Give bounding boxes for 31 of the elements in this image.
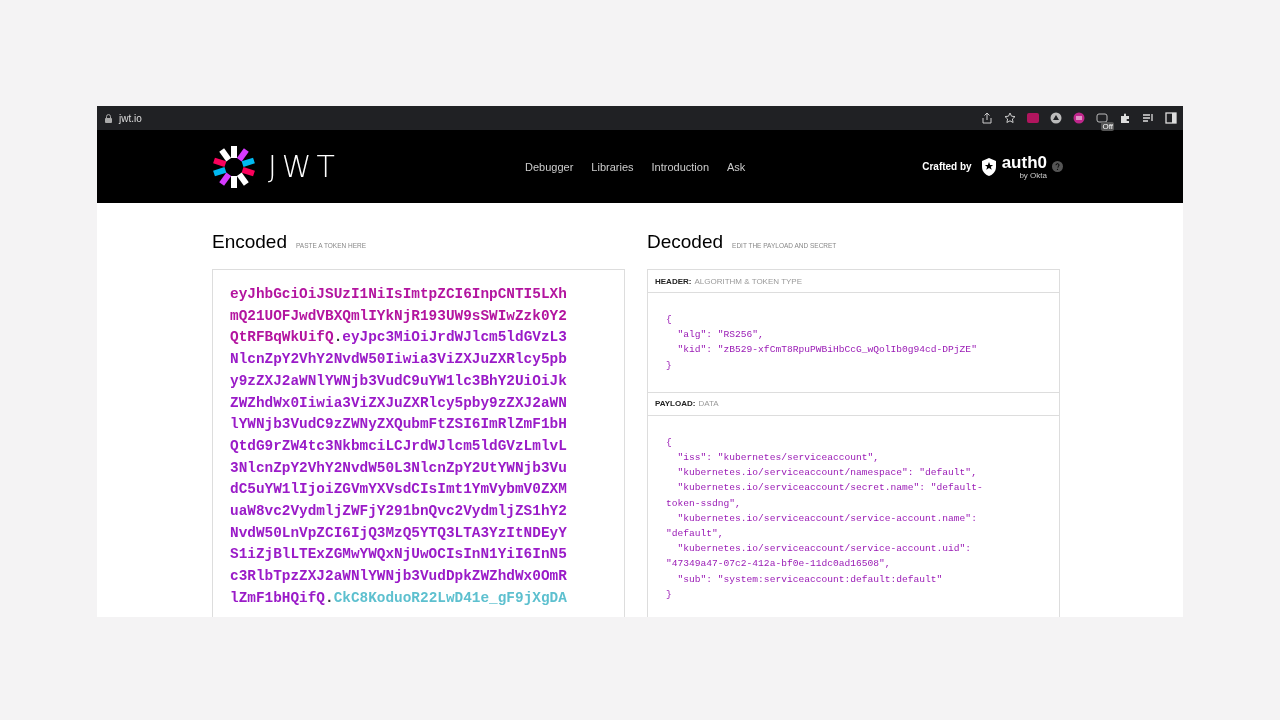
section-label: PAYLOAD: (655, 399, 696, 409)
brand-name[interactable]: auth0 (1001, 153, 1047, 171)
section-title: Decoded (647, 231, 724, 253)
extension-icon[interactable] (1073, 112, 1085, 124)
section-sublabel: ALGORITHM & TOKEN TYPE (694, 276, 803, 286)
off-badge: Off (1101, 122, 1114, 131)
extension-icon[interactable] (1050, 112, 1062, 124)
section-sublabel: DATA (698, 399, 719, 409)
token-input[interactable]: eyJhbGciOiJSUzI1NiIsImtpZCI6InpCNTI5LXh mQ21UOFJwdVBXQmlIYkNjR193UW9sSWIwZzk0Y2 QtRFBqWkUifQ.eyJpc3MiOiJrdWJlcm5ldGVzL3 NlcnZpY2VhY2NvdW50Iiwia3ViZXJuZXRlcy5pb y9zZXJ2aWNlYWNjb3VudC9uYW1lc3BhY2UiOiJk ZWZhdWx0Iiwia3ViZXJuZXRlcy5pby9zZXJ2aWN lYWNjb3VudC9zZWNyZXQubmFtZSI6ImRlZmF1bH QtdG9rZW4tc3NkbmciLCJrdWJlcm5ldGVzLmlvL 3NlcnZpY2VhY2NvdW50L3NlcnZpY2UtYWNjb3Vu dC5uYW1lIjoiZGVmYXVsdCIsImt1YmVybmV0ZXM uaW8vc2VydmljZWFjY291bnQvc2VydmljZS1hY2 NvdW50LnVpZCI6IjQ3MzQ5YTQ3LTA3YzItNDEyY S1iZjBlLTExZGMwYWQxNjUwOCIsInN1YiI6InN5 c3RlbTpzZXJ2aWNlYWNjb3VudDpkZWZhdWx0OmR lZmF1bHQifQ.CkC8KoduoR22LwD41e_gF9jXgDA (212, 269, 625, 617)
extension-icon[interactable] (1096, 113, 1108, 123)
crafted-by-text: Crafted by (922, 161, 972, 172)
playlist-icon[interactable] (1142, 112, 1154, 124)
nav-link[interactable]: Debugger (525, 160, 574, 173)
puzzle-icon[interactable] (1119, 112, 1131, 124)
section-label: HEADER: (655, 276, 692, 286)
address-url[interactable]: jwt.io (119, 112, 142, 124)
sidebar-icon[interactable] (1165, 112, 1177, 124)
json-editor[interactable]: { "iss": "kubernetes/serviceaccount", "kubernetes.io/serviceaccount/namespace": "default", "kubernetes.io/serviceaccount/secret.name": "default- token-ssdng", "kubernetes.io/serviceaccount/service-account.name": "default", "kubernetes.io/serviceaccount/service-account.uid": "47349a47-07c2-412a-bf0e-11dc0ad16508", "sub": "system:serviceaccount:default:default" } (648, 415, 1059, 617)
nav-link[interactable]: Introduction (651, 160, 709, 173)
lock-icon (105, 113, 112, 123)
logo-icon (212, 144, 256, 189)
nav-link[interactable]: Libraries (591, 160, 634, 173)
section-title: Encoded (212, 231, 287, 253)
brand-subtitle: by Okta (1019, 171, 1047, 180)
json-editor[interactable]: { "alg": "RS256", "kid": "zB529-xfCmT8RpuPWBiHbCcG_wQolIb0g94cd-DPjZE" } (648, 293, 1059, 393)
logo-text[interactable]: JWT (268, 149, 340, 184)
nav-link[interactable]: Ask (727, 160, 746, 173)
share-icon[interactable] (981, 112, 993, 124)
shield-icon[interactable] (980, 157, 997, 176)
star-icon[interactable] (1004, 112, 1016, 124)
help-icon[interactable] (1052, 161, 1063, 172)
